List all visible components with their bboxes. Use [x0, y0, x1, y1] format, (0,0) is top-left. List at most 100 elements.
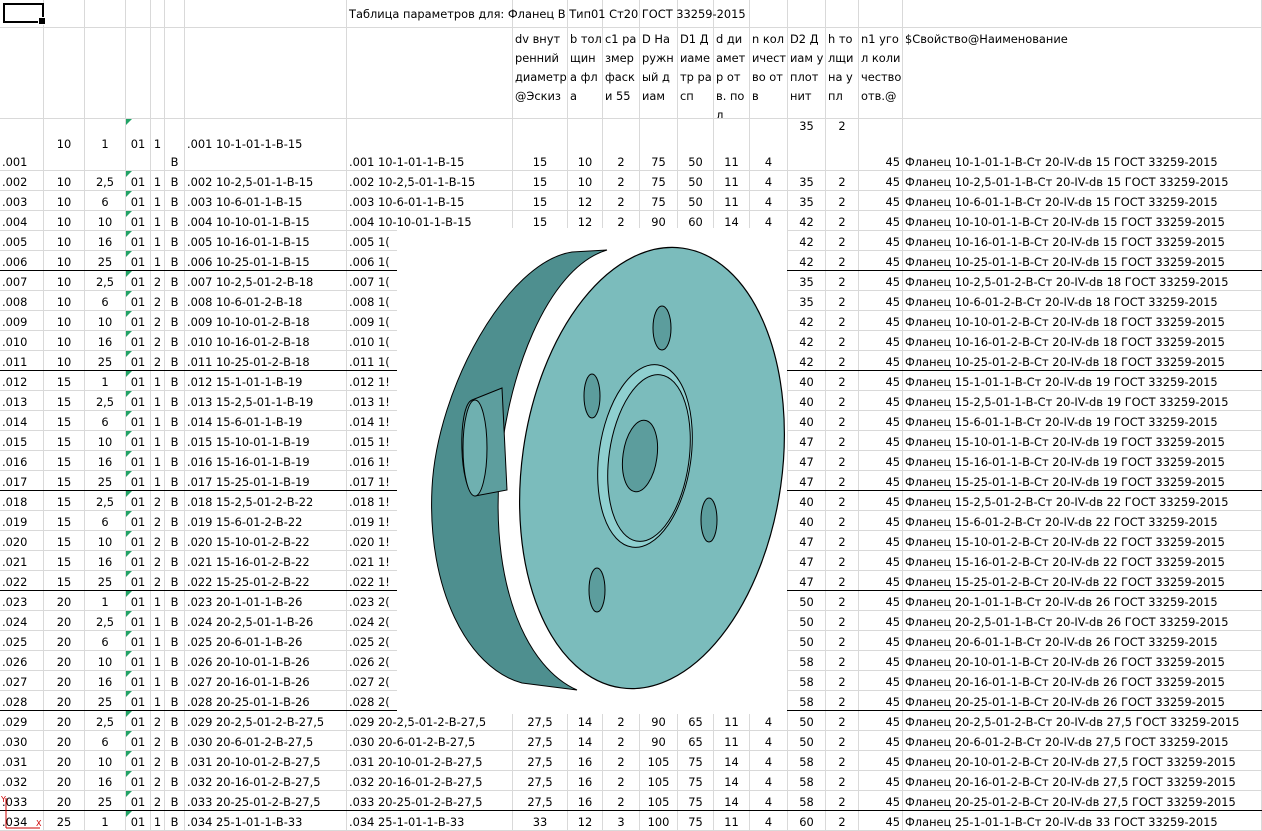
cell-s[interactable]: Фланец 15-25-01-2-В-Ст 20-IV-dв 22 ГОСТ …	[903, 571, 1262, 591]
cell-c[interactable]: 2,5	[85, 611, 126, 631]
cell-b[interactable]: 20	[44, 791, 85, 811]
cell-i[interactable]: 27,5	[513, 771, 568, 791]
cell-p[interactable]: 58	[788, 751, 826, 771]
cell-h[interactable]: .031 20-10-01-2-В-27,5	[347, 751, 513, 771]
cell-g[interactable]: .015 15-10-01-1-В-19	[185, 431, 347, 451]
cell-j[interactable]: 16	[568, 771, 603, 791]
cell-e[interactable]: 2	[151, 291, 165, 311]
cell-e[interactable]: 1	[151, 119, 165, 171]
cell-s[interactable]: Фланец 25-1-01-1-В-Ст 20-IV-dв 33 ГОСТ 3…	[903, 811, 1262, 831]
cell-r[interactable]: 45	[859, 371, 903, 391]
cell-a[interactable]: .023	[0, 591, 44, 611]
cell-s[interactable]: Фланец 20-6-01-1-В-Ст 20-IV-dв 26 ГОСТ 3…	[903, 631, 1262, 651]
cell-k[interactable]: 2	[603, 731, 640, 751]
cell-f[interactable]: В	[165, 271, 185, 291]
cell-c[interactable]: 16	[85, 231, 126, 251]
cell-e[interactable]: 2	[151, 511, 165, 531]
header-cell-k[interactable]: c1 размер фаски 55	[603, 28, 640, 119]
cell-c[interactable]: 2,5	[85, 491, 126, 511]
cell-k[interactable]: 2	[603, 171, 640, 191]
cell-f[interactable]: В	[165, 671, 185, 691]
cell-q[interactable]: 2	[826, 351, 859, 371]
cell-r[interactable]: 45	[859, 651, 903, 671]
cell-s[interactable]: Фланец 10-10-01-2-В-Ст 20-IV-dв 18 ГОСТ …	[903, 311, 1262, 331]
cell-b[interactable]: 20	[44, 751, 85, 771]
cell-q[interactable]: 2	[826, 491, 859, 511]
cell-d[interactable]: 01	[126, 119, 151, 171]
cell-p[interactable]: 58	[788, 671, 826, 691]
cell-c[interactable]: 25	[85, 351, 126, 371]
cell-h[interactable]: .029 20-2,5-01-2-В-27,5	[347, 711, 513, 731]
cell-s[interactable]: Фланец 20-16-01-2-В-Ст 20-IV-dв 27,5 ГОС…	[903, 771, 1262, 791]
cell-g[interactable]: .010 10-16-01-2-В-18	[185, 331, 347, 351]
cell-n[interactable]: 11	[714, 191, 750, 211]
cell-r[interactable]: 45	[859, 711, 903, 731]
cell-c[interactable]: 25	[85, 251, 126, 271]
cell-a[interactable]: .003	[0, 191, 44, 211]
cell-b[interactable]: 10	[44, 231, 85, 251]
cell-p[interactable]: 47	[788, 451, 826, 471]
cell-o[interactable]: 4	[750, 711, 788, 731]
cell-f[interactable]: В	[165, 751, 185, 771]
cell-s[interactable]: Фланец 20-2,5-01-1-В-Ст 20-IV-dв 26 ГОСТ…	[903, 611, 1262, 631]
cell-g[interactable]: .030 20-6-01-2-В-27,5	[185, 731, 347, 751]
cell-k[interactable]: 2	[603, 791, 640, 811]
cell-r[interactable]: 45	[859, 531, 903, 551]
cell-a[interactable]: .005	[0, 231, 44, 251]
cell-c[interactable]: 16	[85, 451, 126, 471]
cell-g[interactable]: .004 10-10-01-1-В-15	[185, 211, 347, 231]
cell-p[interactable]	[788, 0, 826, 28]
cell-f[interactable]: В	[165, 411, 185, 431]
cell-m[interactable]: 65	[678, 711, 714, 731]
cell-c[interactable]: 25	[85, 471, 126, 491]
cell-n[interactable]: 14	[714, 771, 750, 791]
cell-f[interactable]: В	[165, 331, 185, 351]
cell-q[interactable]: 2	[826, 391, 859, 411]
cell-e[interactable]: 1	[151, 451, 165, 471]
cell-e[interactable]: 2	[151, 331, 165, 351]
cell-f[interactable]: В	[165, 191, 185, 211]
cell-e[interactable]: 1	[151, 811, 165, 831]
cell-d[interactable]: 01	[126, 271, 151, 291]
cell-q[interactable]: 2	[826, 711, 859, 731]
cell-i[interactable]: 33	[513, 811, 568, 831]
cell-p[interactable]: 50	[788, 711, 826, 731]
cell-e[interactable]: 2	[151, 771, 165, 791]
cell-r[interactable]: 45	[859, 671, 903, 691]
cell-q[interactable]	[826, 0, 859, 28]
cell-a[interactable]: .026	[0, 651, 44, 671]
cell-f[interactable]: В	[165, 451, 185, 471]
cell-m[interactable]: 50	[678, 191, 714, 211]
cell-n[interactable]: 11	[714, 711, 750, 731]
cell-d[interactable]: 01	[126, 551, 151, 571]
cell-q[interactable]: 2	[826, 551, 859, 571]
cell-b[interactable]: 20	[44, 591, 85, 611]
cell-e[interactable]: 1	[151, 191, 165, 211]
cell-r[interactable]: 45	[859, 591, 903, 611]
cell-p[interactable]: 60	[788, 811, 826, 831]
cell-a[interactable]: .013	[0, 391, 44, 411]
cell-b[interactable]: 20	[44, 651, 85, 671]
cell-c[interactable]: 10	[85, 211, 126, 231]
cell-q[interactable]: 2	[826, 211, 859, 231]
cell-f[interactable]: В	[165, 631, 185, 651]
cell-e[interactable]: 1	[151, 391, 165, 411]
cell-d[interactable]: 01	[126, 491, 151, 511]
cell-c[interactable]: 10	[85, 311, 126, 331]
cell-r[interactable]: 45	[859, 431, 903, 451]
cell-o[interactable]: 4	[750, 771, 788, 791]
cell-l[interactable]: 100	[640, 811, 678, 831]
cell-e[interactable]: 1	[151, 231, 165, 251]
cell-a[interactable]: .031	[0, 751, 44, 771]
cell-r[interactable]: 45	[859, 451, 903, 471]
cell-e[interactable]: 1	[151, 631, 165, 651]
cell-g[interactable]: .005 10-16-01-1-В-15	[185, 231, 347, 251]
cell-s[interactable]: Фланец 20-25-01-1-В-Ст 20-IV-dв 26 ГОСТ …	[903, 691, 1262, 711]
header-cell-d[interactable]	[126, 28, 151, 119]
cell-e[interactable]: 1	[151, 651, 165, 671]
cell-b[interactable]: 20	[44, 711, 85, 731]
cell-s[interactable]: Фланец 15-6-01-2-В-Ст 20-IV-dв 22 ГОСТ 3…	[903, 511, 1262, 531]
cell-r[interactable]: 45	[859, 231, 903, 251]
cell-c[interactable]: 6	[85, 191, 126, 211]
cell-r[interactable]: 45	[859, 771, 903, 791]
